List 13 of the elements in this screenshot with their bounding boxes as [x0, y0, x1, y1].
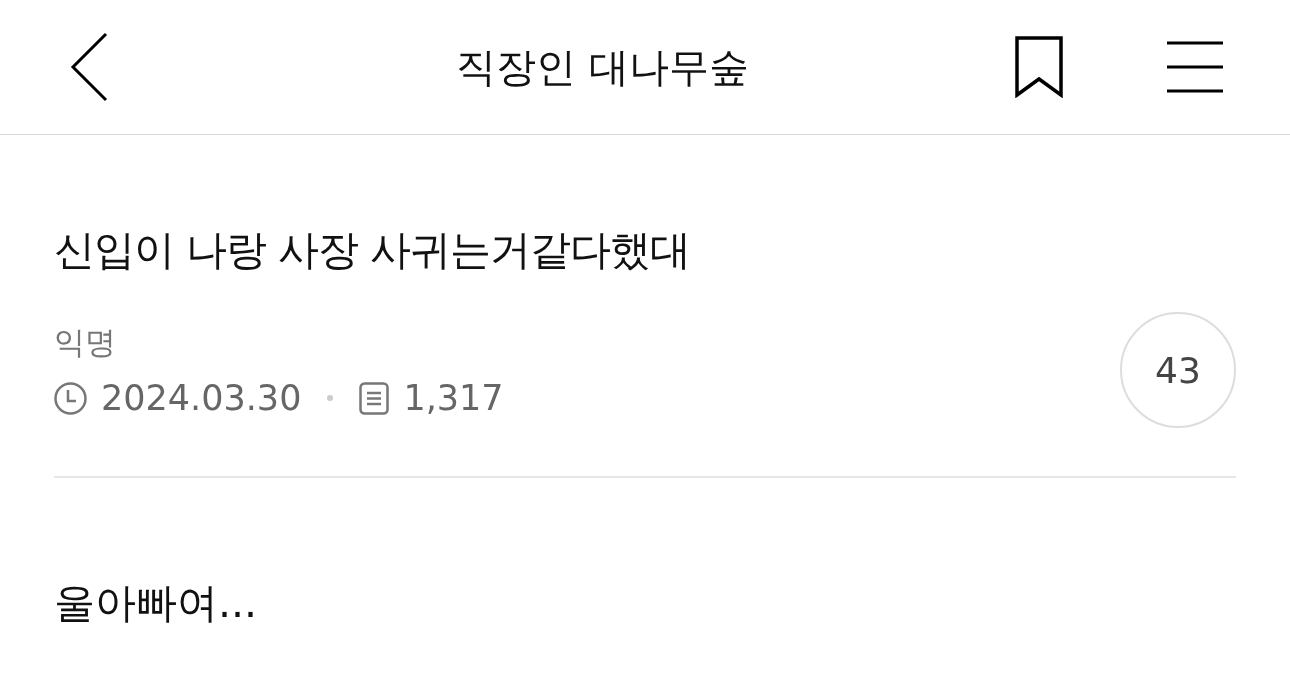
menu-icon[interactable]	[1167, 41, 1223, 93]
post-body: 울아빠여...	[54, 578, 259, 629]
clock-icon	[54, 381, 87, 415]
view-count: 1,317	[403, 378, 504, 418]
back-icon[interactable]	[70, 32, 110, 102]
post-title: 신입이 나랑 사장 사귀는거같다했대	[54, 225, 692, 276]
bookmark-icon[interactable]	[1015, 36, 1063, 98]
separator-dot	[327, 395, 334, 401]
document-icon	[359, 381, 390, 415]
comment-count-button[interactable]: 43	[1120, 312, 1236, 428]
board-title: 직장인 대나무숲	[455, 42, 750, 92]
post-date: 2024.03.30	[101, 378, 302, 418]
author-name: 익명	[54, 323, 117, 362]
